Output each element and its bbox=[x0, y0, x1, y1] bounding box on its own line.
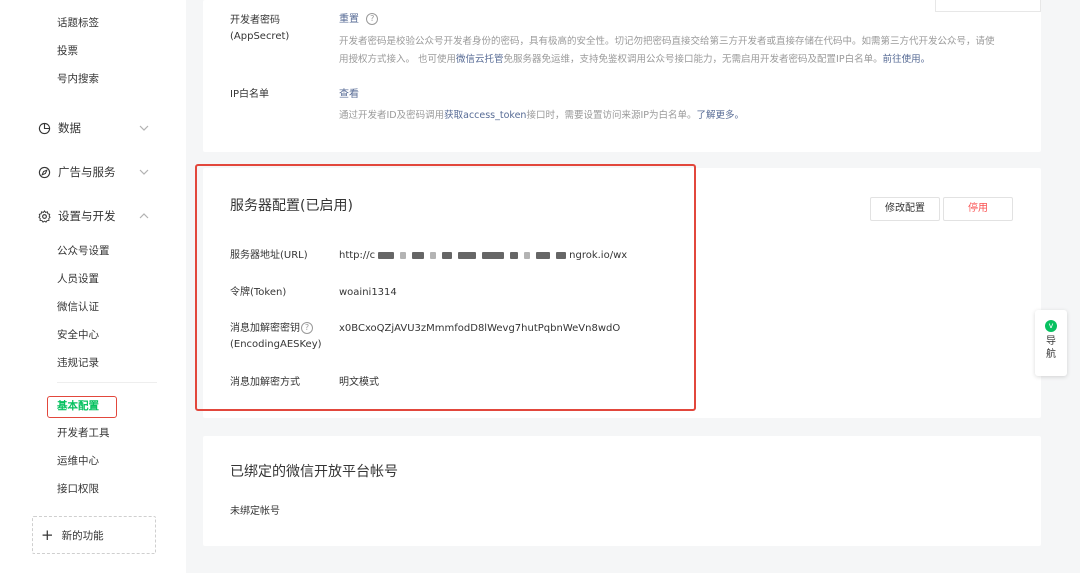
edit-config-button[interactable]: 修改配置 bbox=[870, 197, 940, 221]
compass-icon bbox=[38, 166, 51, 178]
secret-actions: 重置 ? bbox=[339, 12, 379, 28]
new-feature-label: 新的功能 bbox=[61, 529, 104, 542]
gear-icon bbox=[38, 209, 51, 223]
url-suffix: ngrok.io/wx bbox=[569, 250, 628, 261]
secret-description: 开发者密码是校验公众号开发者身份的密码，具有极高的安全性。切记勿把密码直接交给第… bbox=[339, 33, 1029, 69]
redaction-mask bbox=[556, 251, 567, 259]
new-feature-button[interactable]: + 新的功能 bbox=[32, 516, 156, 554]
stop-button[interactable]: 停用 bbox=[943, 197, 1013, 221]
view-link-text[interactable]: 查看 bbox=[339, 89, 359, 100]
nav-char: 航 bbox=[1046, 349, 1056, 360]
encrypt-mode-value: 明文模式 bbox=[339, 377, 379, 388]
sidebar-item-basic-config[interactable]: 基本配置 bbox=[57, 397, 99, 415]
sidebar-item-dev-tools[interactable]: 开发者工具 bbox=[57, 424, 110, 442]
go-use-link[interactable]: 前往使用。 bbox=[883, 54, 931, 65]
plus-icon: + bbox=[41, 525, 54, 544]
sidebar-item-ops-center[interactable]: 运维中心 bbox=[57, 452, 99, 470]
ip-whitelist-description: 通过开发者ID及密码调用获取access_token接口时，需要设置访问来源IP… bbox=[339, 107, 1029, 125]
open-platform-card bbox=[203, 436, 1041, 546]
token-label: 令牌(Token) bbox=[230, 287, 287, 298]
sidebar-item-topic-tags[interactable]: 话题标签 bbox=[57, 14, 99, 32]
aes-label-line1: 消息加解密密钥 bbox=[230, 323, 300, 334]
sidebar-item-search[interactable]: 号内搜索 bbox=[57, 70, 99, 88]
sidebar-item-vote[interactable]: 投票 bbox=[57, 42, 78, 60]
redaction-mask bbox=[430, 251, 437, 259]
learn-more-link[interactable]: 了解更多。 bbox=[696, 110, 744, 121]
reset-secret-link[interactable]: 重置 bbox=[339, 14, 359, 25]
sidebar-divider bbox=[57, 382, 157, 383]
redaction-mask bbox=[458, 251, 477, 259]
url-label: 服务器地址(URL) bbox=[230, 250, 308, 261]
sidebar-item-wechat-verify[interactable]: 微信认证 bbox=[57, 298, 99, 316]
sidebar-group-label: 广告与服务 bbox=[58, 165, 116, 179]
top-floating-box bbox=[935, 0, 1041, 12]
redaction-mask bbox=[510, 251, 519, 259]
redaction-mask bbox=[412, 251, 425, 259]
chevron-down-icon bbox=[139, 169, 149, 175]
sidebar: 话题标签 投票 号内搜索 数据 广告与服务 设置与开发 公众号设置 人员设置 微… bbox=[0, 0, 186, 573]
redaction-mask bbox=[378, 251, 395, 259]
nav-icon: v bbox=[1045, 320, 1057, 332]
floating-nav-button[interactable]: v 导 航 bbox=[1035, 310, 1067, 376]
sidebar-item-security-center[interactable]: 安全中心 bbox=[57, 326, 99, 344]
url-prefix: http://c bbox=[339, 250, 376, 261]
redaction-mask bbox=[524, 251, 531, 259]
aes-label-line2: (EncodingAESKey) bbox=[230, 339, 322, 350]
chevron-up-icon bbox=[139, 213, 149, 219]
redaction-mask bbox=[442, 251, 453, 259]
sidebar-item-account-settings[interactable]: 公众号设置 bbox=[57, 242, 110, 260]
token-value: woaini1314 bbox=[339, 287, 397, 298]
secret-label: 开发者密码(AppSecret) bbox=[230, 15, 290, 42]
sidebar-group-data[interactable]: 数据 bbox=[38, 118, 150, 138]
sidebar-group-label: 设置与开发 bbox=[58, 209, 116, 223]
sidebar-item-api-permissions[interactable]: 接口权限 bbox=[57, 480, 99, 498]
aes-key-label: 消息加解密密钥? (EncodingAESKey) bbox=[230, 321, 322, 353]
nav-char: 导 bbox=[1046, 336, 1056, 347]
aes-key-value: x0BCxoQZjAVU3zMmmfodD8lWevg7hutPqbnWeVn8… bbox=[339, 323, 621, 334]
encrypt-mode-label: 消息加解密方式 bbox=[230, 377, 300, 388]
server-config-title: 服务器配置(已启用) bbox=[230, 198, 353, 214]
secret-desc-text: 用授权方式接入。 也可使用 bbox=[339, 54, 457, 65]
redaction-mask bbox=[482, 251, 505, 259]
pie-chart-icon bbox=[38, 122, 51, 134]
sidebar-item-violations[interactable]: 违规记录 bbox=[57, 354, 99, 372]
help-icon[interactable]: ? bbox=[301, 322, 313, 334]
sidebar-item-member-settings[interactable]: 人员设置 bbox=[57, 270, 99, 288]
ip-whitelist-label: IP白名单 bbox=[230, 89, 269, 100]
cloud-hosting-link[interactable]: 微信云托管 bbox=[456, 54, 504, 65]
secret-desc-line1: 开发者密码是校验公众号开发者身份的密码，具有极高的安全性。切记勿把密码直接交给第… bbox=[339, 36, 995, 47]
url-value: http://c ngrok.io/wx bbox=[339, 248, 627, 264]
sidebar-group-settings[interactable]: 设置与开发 bbox=[38, 206, 150, 226]
redaction-mask bbox=[536, 251, 551, 259]
open-platform-title: 已绑定的微信开放平台帐号 bbox=[230, 464, 398, 480]
access-token-link[interactable]: 获取access_token bbox=[444, 110, 526, 121]
open-platform-status: 未绑定帐号 bbox=[230, 506, 280, 517]
ip-whitelist-view-link[interactable]: 查看 bbox=[339, 87, 359, 103]
sidebar-group-ads[interactable]: 广告与服务 bbox=[38, 162, 150, 182]
ip-desc-text: 通过开发者ID及密码调用 bbox=[339, 110, 445, 121]
secret-desc-line2: 用授权方式接入。 也可使用微信云托管免服务器免运维，支持免鉴权调用公众号接口能力… bbox=[339, 51, 1029, 69]
help-icon[interactable]: ? bbox=[366, 13, 379, 25]
chevron-down-icon bbox=[139, 125, 149, 131]
sidebar-group-label: 数据 bbox=[58, 121, 81, 135]
redaction-mask bbox=[400, 251, 407, 259]
ip-desc-text: 接口时，需要设置访问来源IP为白名单。 bbox=[526, 110, 697, 121]
secret-desc-text: 免服务器免运维，支持免鉴权调用公众号接口能力，无需启用开发者密码及配置IP白名单… bbox=[503, 54, 883, 65]
